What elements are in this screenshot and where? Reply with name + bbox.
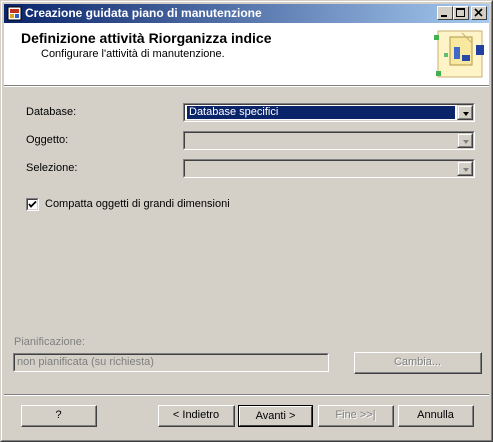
selezione-dropdown-button[interactable] <box>457 161 473 176</box>
chevron-down-icon <box>463 140 469 144</box>
back-button[interactable]: < Indietro <box>158 405 235 427</box>
oggetto-label: Oggetto: <box>26 134 69 146</box>
header-divider-highlight <box>4 86 489 87</box>
help-button[interactable]: ? <box>21 405 97 427</box>
close-button[interactable] <box>471 6 487 20</box>
page-subtitle: Configurare l'attività di manutenzione. <box>41 48 225 60</box>
finish-button-label: Fine >>| <box>335 409 376 421</box>
window-title: Creazione guidata piano di manutenzione <box>25 6 262 20</box>
maximize-button[interactable] <box>453 6 469 20</box>
next-button-label: Avanti > <box>239 406 312 426</box>
help-button-label: ? <box>22 406 96 426</box>
oggetto-dropdown-button[interactable] <box>457 133 473 148</box>
schedule-label: Pianificazione: <box>14 336 85 348</box>
cancel-button-label: Annulla <box>399 406 473 426</box>
change-schedule-button-face: Cambia... <box>355 353 481 373</box>
selezione-select[interactable] <box>183 159 475 178</box>
page-title: Definizione attività Riorganizza indice <box>21 30 272 46</box>
database-dropdown-button[interactable] <box>457 105 473 120</box>
maintenance-wizard-icon <box>434 30 484 78</box>
oggetto-select-value <box>187 134 455 147</box>
database-select-frame: Database specifici <box>184 104 474 121</box>
wizard-header: Definizione attività Riorganizza indice … <box>4 23 489 85</box>
database-select[interactable]: Database specifici <box>183 103 475 122</box>
next-button[interactable]: Avanti > <box>238 405 313 427</box>
oggetto-select[interactable] <box>183 131 475 150</box>
footer-divider-highlight <box>4 395 489 396</box>
compatta-checkbox-label[interactable]: Compatta oggetti di grandi dimensioni <box>45 198 230 210</box>
oggetto-dropdown-button-frame <box>458 134 472 147</box>
selezione-label: Selezione: <box>26 162 78 174</box>
cancel-button[interactable]: Annulla <box>398 405 474 427</box>
chevron-down-icon <box>463 168 469 172</box>
selezione-select-value <box>187 162 455 175</box>
checkmark-icon <box>28 200 37 208</box>
schedule-field-value: non pianificata (su richiesta) <box>14 354 328 371</box>
minimize-icon <box>441 15 447 17</box>
change-schedule-button[interactable]: Cambia... <box>354 352 482 374</box>
database-dropdown-button-frame <box>458 106 472 119</box>
title-bar[interactable]: Creazione guidata piano di manutenzione <box>4 4 489 23</box>
selezione-dropdown-button-frame <box>458 162 472 175</box>
finish-button-face: Fine >>| <box>319 406 393 426</box>
maximize-icon <box>456 8 465 17</box>
database-select-value: Database specifici <box>187 106 455 119</box>
change-schedule-label: Cambia... <box>393 356 442 368</box>
compatta-checkbox[interactable] <box>26 198 39 211</box>
wizard-app-icon <box>7 6 22 21</box>
selezione-select-frame <box>184 160 474 177</box>
schedule-field[interactable]: non pianificata (su richiesta) <box>13 353 329 372</box>
close-icon <box>474 8 483 17</box>
database-label: Database: <box>26 106 77 118</box>
wizard-window: Creazione guidata piano di manutenzione … <box>0 0 493 442</box>
minimize-button[interactable] <box>437 6 453 20</box>
chevron-down-icon <box>463 112 469 116</box>
oggetto-select-frame <box>184 132 474 149</box>
finish-button[interactable]: Fine >>| <box>318 405 394 427</box>
back-button-label: < Indietro <box>159 406 234 426</box>
